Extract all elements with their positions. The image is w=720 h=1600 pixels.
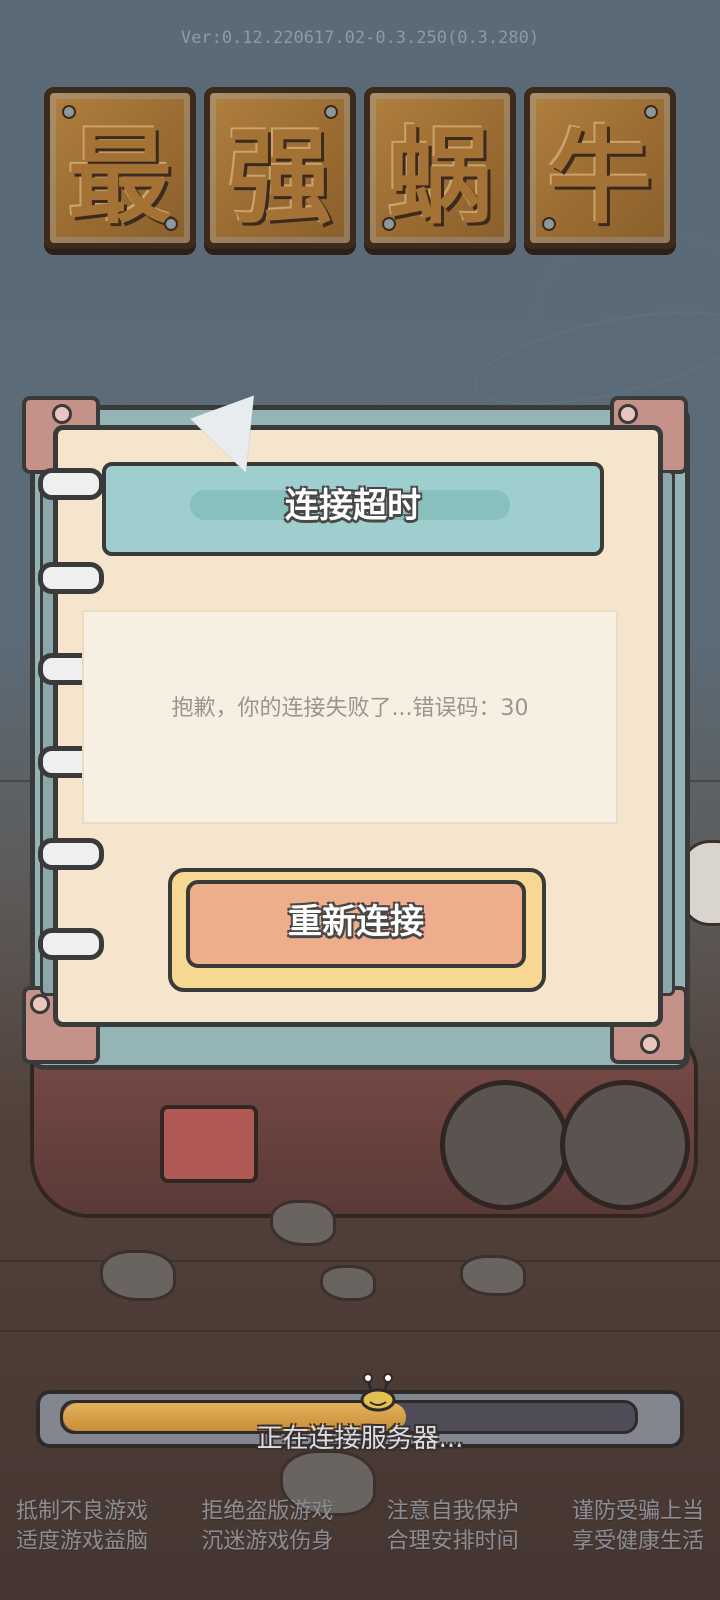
ground-line: [0, 1330, 720, 1332]
spiral-ring-icon: [38, 838, 104, 870]
background-machine-part: [160, 1105, 258, 1183]
health-notice-text: 抵制不良游戏: [16, 1499, 149, 1524]
background-rock: [100, 1250, 176, 1301]
reconnect-button-face[interactable]: [186, 880, 526, 968]
health-notice-text: 注意自我保护: [386, 1499, 519, 1524]
game-screen: Ver:0.12.220617.02-0.3.250(0.3.280) 最 强 …: [0, 0, 720, 1600]
error-message: 抱歉，你的连接失败了...错误码：30: [171, 696, 529, 721]
health-notice-line: 抵制不良游戏 拒绝盗版游戏 注意自我保护 谨防受骗上当: [0, 1493, 720, 1525]
health-notice-text: 沉迷游戏伤身: [201, 1529, 334, 1554]
loading-status: 正在连接服务器...: [256, 1424, 464, 1454]
spiral-ring-icon: [38, 468, 104, 500]
health-notice-text: 谨防受骗上当: [571, 1499, 704, 1524]
spiral-ring-icon: [38, 562, 104, 594]
game-logo: 最 强 蜗 牛: [40, 80, 680, 255]
logo-character: 强: [204, 86, 356, 249]
background-rock: [270, 1200, 336, 1246]
health-notice-text: 合理安排时间: [386, 1529, 519, 1554]
background-wheel: [440, 1080, 570, 1210]
dialog-title: 连接超时: [285, 486, 421, 526]
background-rock: [320, 1265, 376, 1301]
health-notice-text: 适度游戏益脑: [16, 1529, 149, 1554]
health-notice-text: 享受健康生活: [571, 1529, 704, 1554]
logo-character: 牛: [524, 86, 676, 249]
background-rock: [460, 1255, 526, 1296]
logo-character: 蜗: [364, 86, 516, 249]
health-notice-text: 拒绝盗版游戏: [201, 1499, 334, 1524]
version-label: Ver:0.12.220617.02-0.3.250(0.3.280): [180, 28, 540, 48]
snail-icon: [360, 1373, 396, 1412]
background-wheel: [560, 1080, 690, 1210]
spiral-ring-icon: [38, 928, 104, 960]
logo-character: 最: [44, 86, 196, 249]
health-notice-line: 适度游戏益脑 沉迷游戏伤身 合理安排时间 享受健康生活: [0, 1523, 720, 1555]
